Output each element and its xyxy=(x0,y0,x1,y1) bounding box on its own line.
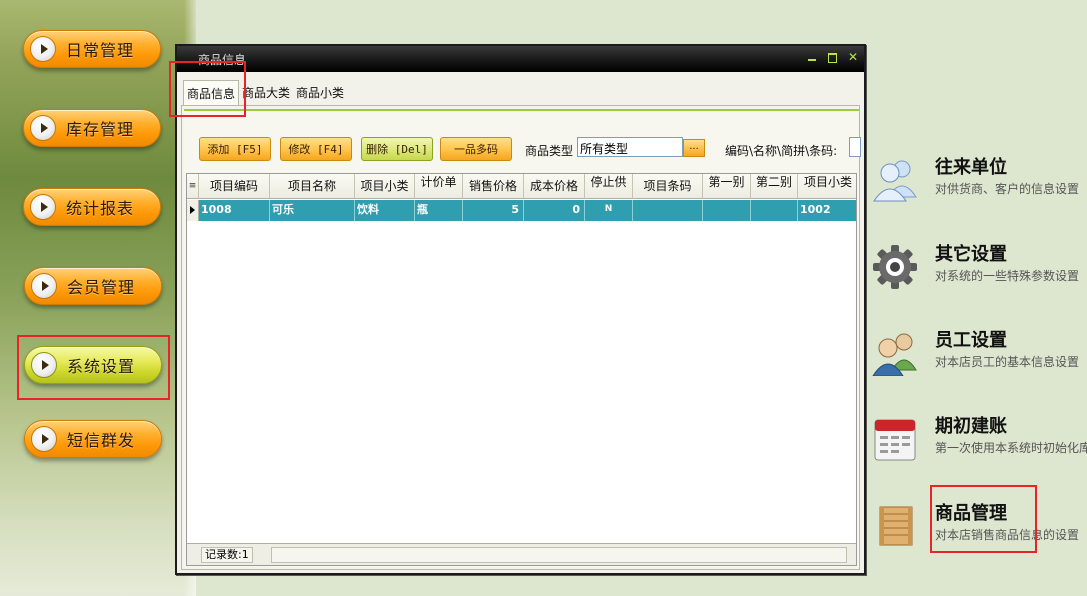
column-header[interactable]: 项目编码 xyxy=(199,174,270,199)
nav-label: 库存管理 xyxy=(66,120,135,139)
category-browse-button[interactable]: ... xyxy=(683,139,705,157)
grid-menu-icon[interactable]: ≡ xyxy=(187,174,199,199)
column-header[interactable]: 项目小类 xyxy=(798,174,856,199)
nav-label: 系统设置 xyxy=(67,357,136,376)
play-icon xyxy=(31,273,57,299)
item-desc: 第一次使用本系统时初始化库 xyxy=(935,441,1087,455)
cell-alias-2[interactable] xyxy=(751,200,798,221)
tab-product-subcategory[interactable]: 商品小类 xyxy=(293,80,347,106)
right-item-opening-accounts[interactable]: 期初建账 第一次使用本系统时初始化库 xyxy=(868,412,1087,482)
nav-button-daily[interactable]: 日常管理 xyxy=(23,30,161,68)
right-item-product-management[interactable]: 商品管理 对本店销售商品信息的设置 xyxy=(868,499,1087,569)
nav-button-sms[interactable]: 短信群发 xyxy=(24,420,162,458)
search-input[interactable] xyxy=(849,137,861,157)
minimize-icon[interactable] xyxy=(805,50,819,64)
play-icon xyxy=(30,36,56,62)
search-label: 编码\名称\简拼\条码: xyxy=(725,144,838,158)
status-field xyxy=(271,547,847,563)
tab-product-category[interactable]: 商品大类 xyxy=(239,80,293,106)
column-header[interactable]: 第一别 xyxy=(703,174,751,199)
delete-button[interactable]: 删除 [Del] xyxy=(361,137,433,161)
grid-header: ≡ 项目编码 项目名称 项目小类 计价单 销售价格 成本价格 停止供 项目条码 … xyxy=(187,174,856,199)
grid-status-bar: 记录数:1 xyxy=(187,543,856,565)
column-header[interactable]: 项目小类 xyxy=(355,174,415,199)
nav-button-members[interactable]: 会员管理 xyxy=(24,267,162,305)
nav-label: 短信群发 xyxy=(67,431,136,450)
nav-button-inventory[interactable]: 库存管理 xyxy=(23,109,161,147)
nav-button-system-settings[interactable]: 系统设置 xyxy=(24,346,162,384)
multi-code-button[interactable]: 一品多码 xyxy=(440,137,512,161)
right-item-other-settings[interactable]: 其它设置 对系统的一些特殊参数设置 xyxy=(868,240,1087,310)
cell-barcode[interactable] xyxy=(633,200,703,221)
item-title: 期初建账 xyxy=(935,416,1007,437)
product-grid: ≡ 项目编码 项目名称 项目小类 计价单 销售价格 成本价格 停止供 项目条码 … xyxy=(186,173,857,566)
dialog-tabs: 商品信息 商品大类 商品小类 xyxy=(183,80,347,106)
record-count: 记录数:1 xyxy=(201,547,253,563)
staff-icon xyxy=(872,333,917,376)
users-icon xyxy=(873,160,917,202)
cell-item-name[interactable]: 可乐 xyxy=(270,200,355,221)
cell-discontinued[interactable]: N xyxy=(585,200,633,221)
row-indicator-icon xyxy=(187,200,199,221)
dialog-title: 商品信息 xyxy=(198,53,247,67)
item-title: 往来单位 xyxy=(935,157,1007,178)
column-header[interactable]: 第二别 xyxy=(751,174,798,199)
item-desc: 对本店员工的基本信息设置 xyxy=(935,355,1080,369)
nav-label: 统计报表 xyxy=(66,199,135,218)
column-header[interactable]: 销售价格 xyxy=(463,174,524,199)
nav-button-reports[interactable]: 统计报表 xyxy=(23,188,161,226)
product-info-dialog: 商品信息 ✕ 商品信息 商品大类 商品小类 添加 [F5] 修改 [F4] 删除… xyxy=(175,44,866,575)
item-title: 员工设置 xyxy=(935,330,1007,351)
tab-product-info[interactable]: 商品信息 xyxy=(183,80,240,106)
category-select[interactable]: 所有类型 xyxy=(577,137,683,157)
cell-alias-1[interactable] xyxy=(703,200,751,221)
play-icon xyxy=(31,352,57,378)
item-desc: 对本店销售商品信息的设置 xyxy=(935,528,1080,542)
add-button[interactable]: 添加 [F5] xyxy=(199,137,271,161)
calendar-icon xyxy=(874,419,916,461)
table-row[interactable]: 1008 可乐 饮料 瓶 5 0 N 1002 xyxy=(199,200,856,221)
left-nav: 日常管理 库存管理 统计报表 会员管理 系统设置 短信群发 xyxy=(0,0,196,596)
maximize-icon[interactable] xyxy=(825,50,839,64)
cell-item-code[interactable]: 1008 xyxy=(199,200,270,221)
item-title: 商品管理 xyxy=(935,503,1007,524)
cell-subcategory[interactable]: 饮料 xyxy=(355,200,415,221)
tab-body: 添加 [F5] 修改 [F4] 删除 [Del] 一品多码 商品类型 所有类型 … xyxy=(181,105,861,570)
play-icon xyxy=(30,194,56,220)
column-header[interactable]: 计价单 xyxy=(415,174,463,199)
category-label: 商品类型 xyxy=(525,144,574,158)
column-header[interactable]: 停止供 xyxy=(585,174,633,199)
column-header[interactable]: 项目名称 xyxy=(270,174,355,199)
play-icon xyxy=(31,426,57,452)
play-icon xyxy=(30,115,56,141)
column-header[interactable]: 项目条码 xyxy=(633,174,703,199)
close-icon[interactable]: ✕ xyxy=(846,50,860,64)
tab-content: 添加 [F5] 修改 [F4] 删除 [Del] 一品多码 商品类型 所有类型 … xyxy=(184,109,861,567)
column-header[interactable]: 成本价格 xyxy=(524,174,585,199)
edit-button[interactable]: 修改 [F4] xyxy=(280,137,352,161)
cell-sale-price[interactable]: 5 xyxy=(463,200,524,221)
cell-cost-price[interactable]: 0 xyxy=(524,200,585,221)
item-desc: 对供货商、客户的信息设置 xyxy=(935,182,1080,196)
right-item-partners[interactable]: 往来单位 对供货商、客户的信息设置 xyxy=(868,153,1087,223)
crate-icon xyxy=(879,506,913,546)
item-title: 其它设置 xyxy=(935,244,1007,265)
cell-unit[interactable]: 瓶 xyxy=(415,200,463,221)
dialog-titlebar[interactable]: 商品信息 ✕ xyxy=(177,46,864,72)
gear-icon xyxy=(873,245,917,289)
right-item-staff[interactable]: 员工设置 对本店员工的基本信息设置 xyxy=(868,326,1087,396)
cell-subcategory-code[interactable]: 1002 xyxy=(798,200,856,221)
nav-label: 会员管理 xyxy=(67,278,136,297)
nav-label: 日常管理 xyxy=(66,41,135,60)
item-desc: 对系统的一些特殊参数设置 xyxy=(935,269,1080,283)
